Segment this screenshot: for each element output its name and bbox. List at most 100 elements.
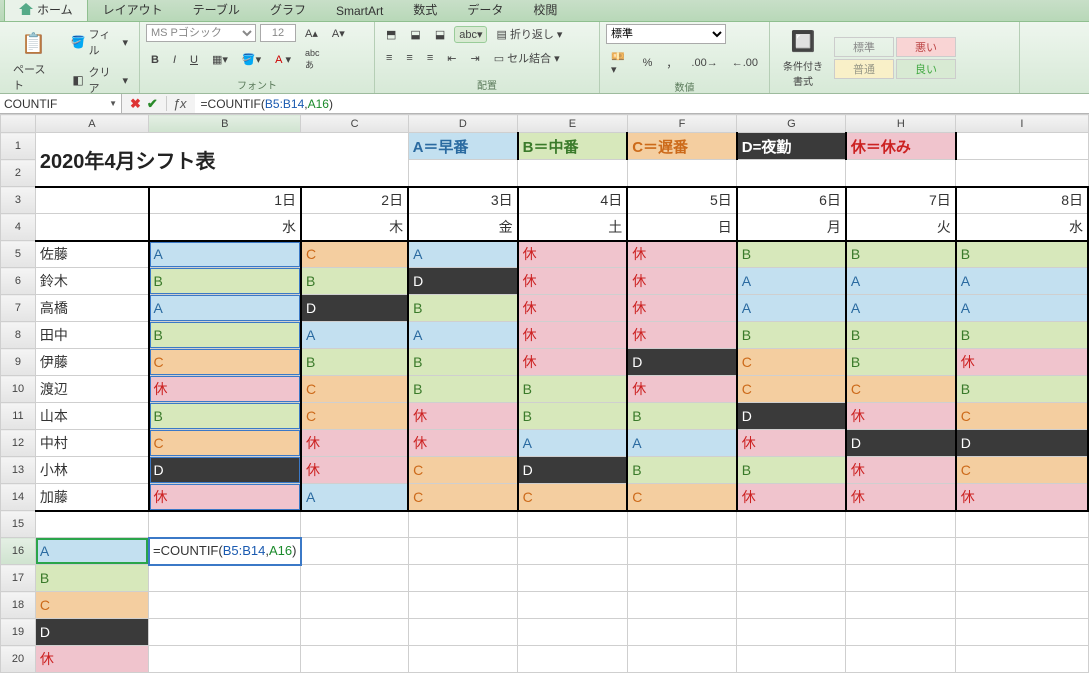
col-header-A[interactable]: A [35,115,148,133]
tab-chart[interactable]: グラフ [255,0,321,21]
shift-cell[interactable]: A [627,430,737,457]
align-center-button[interactable]: ≡ [401,50,417,66]
row-header-2[interactable]: 2 [1,160,36,187]
shift-cell[interactable]: C [408,484,518,511]
shift-cell[interactable]: B [627,403,737,430]
row-header-7[interactable]: 7 [1,295,36,322]
shift-cell[interactable]: A [149,295,301,322]
border-button[interactable]: ▦▾ [207,51,233,68]
row-header-11[interactable]: 11 [1,403,36,430]
shift-cell[interactable]: 休 [149,484,301,511]
shift-cell[interactable]: A [737,295,846,322]
summary-label[interactable]: A [35,538,148,565]
shift-cell[interactable]: 休 [518,268,628,295]
row-header-5[interactable]: 5 [1,241,36,268]
shift-cell[interactable]: B [408,349,518,376]
bold-button[interactable]: B [146,52,164,68]
cancel-formula-button[interactable]: ✖ [130,96,141,112]
shift-cell[interactable]: A [301,322,408,349]
tab-review[interactable]: 校閲 [518,0,572,21]
row-header-18[interactable]: 18 [1,592,36,619]
font-name-select[interactable]: MS Pゴシック [146,24,256,42]
summary-label[interactable]: 休 [35,646,148,673]
shift-cell[interactable]: C [956,403,1088,430]
row-header-1[interactable]: 1 [1,133,36,160]
shift-cell[interactable]: C [737,376,846,403]
shift-cell[interactable]: A [408,322,518,349]
shift-cell[interactable]: A [518,430,628,457]
spreadsheet-grid[interactable]: ABCDEFGHI12020年4月シフト表A＝早番B＝中番C＝遅番D=夜勤休＝休… [0,114,1089,673]
col-header-B[interactable]: B [149,115,301,133]
name-box[interactable]: COUNTIF▼ [0,94,122,113]
align-left-button[interactable]: ≡ [381,50,397,66]
col-header-I[interactable]: I [956,115,1088,133]
grow-font-button[interactable]: A▴ [300,25,323,42]
align-middle-button[interactable]: ⬓ [405,26,425,43]
formula-input[interactable]: =COUNTIF(B5:B14,A16) [195,94,1089,113]
shift-cell[interactable]: D [737,403,846,430]
shift-cell[interactable]: 休 [408,430,518,457]
shift-cell[interactable]: 休 [846,403,956,430]
summary-label[interactable]: D [35,619,148,646]
shift-cell[interactable]: D [627,349,737,376]
row-header-10[interactable]: 10 [1,376,36,403]
shift-cell[interactable]: B [149,403,301,430]
shift-cell[interactable]: B [518,376,628,403]
shift-cell[interactable]: D [301,295,408,322]
shift-cell[interactable]: D [846,430,956,457]
row-header-13[interactable]: 13 [1,457,36,484]
shift-cell[interactable]: B [956,241,1088,268]
shift-cell[interactable]: 休 [518,241,628,268]
row-header-9[interactable]: 9 [1,349,36,376]
summary-label[interactable]: B [35,565,148,592]
decrease-decimal-button[interactable]: ←.00 [727,55,763,71]
shift-cell[interactable]: B [956,322,1088,349]
shift-cell[interactable]: 休 [518,349,628,376]
shrink-font-button[interactable]: A▾ [327,25,350,42]
tab-table[interactable]: テーブル [178,0,255,21]
shift-cell[interactable]: C [149,430,301,457]
row-header-4[interactable]: 4 [1,214,36,241]
shift-cell[interactable]: 休 [627,376,737,403]
shift-cell[interactable]: A [956,295,1088,322]
shift-cell[interactable]: C [956,457,1088,484]
shift-cell[interactable]: 休 [301,430,408,457]
merge-cells-button[interactable]: ▭ セル結合 ▾ [489,48,565,68]
style-good[interactable]: 良い [896,59,956,79]
fill-button[interactable]: 🪣フィル ▾ [66,24,133,60]
col-header-G[interactable]: G [737,115,846,133]
shift-cell[interactable]: 休 [737,430,846,457]
shift-cell[interactable]: C [737,349,846,376]
style-normal[interactable]: 標準 [834,37,894,57]
italic-button[interactable]: I [168,52,181,68]
shift-cell[interactable]: C [408,457,518,484]
conditional-format-button[interactable]: 🔲 条件付き 書式 [776,24,830,91]
shift-cell[interactable]: A [846,268,956,295]
shift-cell[interactable]: 休 [627,241,737,268]
phonetic-button[interactable]: abcあ [300,46,325,73]
shift-cell[interactable]: 休 [956,484,1088,511]
shift-cell[interactable]: 休 [956,349,1088,376]
style-bad[interactable]: 悪い [896,37,956,57]
shift-cell[interactable]: A [149,241,301,268]
shift-cell[interactable]: B [846,349,956,376]
tab-layout[interactable]: レイアウト [88,0,178,21]
row-header-14[interactable]: 14 [1,484,36,511]
shift-cell[interactable]: 休 [846,484,956,511]
shift-cell[interactable]: C [301,241,408,268]
shift-cell[interactable]: 休 [737,484,846,511]
shift-cell[interactable]: C [846,376,956,403]
shift-cell[interactable]: C [301,376,408,403]
indent-dec-button[interactable]: ⇤ [442,50,461,67]
fx-icon[interactable]: ƒx [166,96,187,111]
fill-color-button[interactable]: 🪣▾ [237,51,266,68]
tab-smartart[interactable]: SmartArt [321,0,398,21]
select-all-corner[interactable] [1,115,36,133]
shift-cell[interactable]: 休 [627,295,737,322]
col-header-H[interactable]: H [846,115,956,133]
shift-cell[interactable]: 休 [149,376,301,403]
align-top-button[interactable]: ⬒ [381,26,401,43]
tab-home[interactable]: ホーム [4,0,88,21]
currency-button[interactable]: 💴▾ [606,48,634,78]
summary-label[interactable]: C [35,592,148,619]
